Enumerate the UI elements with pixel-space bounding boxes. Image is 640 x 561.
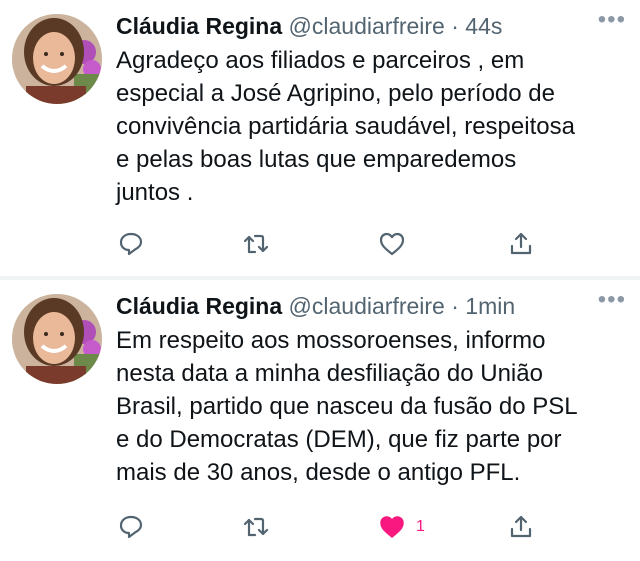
dot-separator: ·	[451, 13, 459, 39]
action-bar	[116, 226, 620, 262]
timestamp[interactable]: 44s	[465, 13, 502, 39]
more-options-icon[interactable]: •••	[598, 6, 626, 34]
author-handle[interactable]: @claudiarfreire	[289, 293, 445, 319]
like-icon-filled	[380, 516, 404, 538]
like-icon	[379, 232, 405, 256]
author-name[interactable]: Cláudia Regina	[116, 13, 282, 39]
share-icon	[510, 232, 532, 255]
dot-separator: ·	[451, 293, 459, 319]
retweet-button[interactable]	[242, 226, 270, 262]
tweet-header: Cláudia Regina @claudiarfreire · 44s	[116, 6, 628, 46]
like-button[interactable]: 1	[378, 509, 425, 545]
tweet[interactable]: Cláudia Regina @claudiarfreire · 44s •••…	[0, 0, 640, 276]
share-button[interactable]	[508, 509, 534, 545]
reply-icon	[119, 232, 143, 256]
avatar[interactable]	[12, 14, 102, 104]
author-name[interactable]: Cláudia Regina	[116, 293, 282, 319]
share-icon	[510, 515, 532, 538]
reply-button[interactable]	[118, 226, 144, 262]
tweet-text: Agradeço aos filiados e parceiros , em e…	[116, 47, 575, 206]
timestamp[interactable]: 1min	[465, 293, 515, 319]
share-button[interactable]	[508, 226, 534, 262]
avatar[interactable]	[12, 294, 102, 384]
timeline: Cláudia Regina @claudiarfreire · 44s •••…	[0, 0, 640, 561]
more-options-icon[interactable]: •••	[598, 286, 626, 314]
action-bar: 1	[116, 509, 620, 545]
reply-button[interactable]	[118, 509, 144, 545]
reply-icon	[119, 515, 143, 539]
retweet-button[interactable]	[242, 509, 270, 545]
author-handle[interactable]: @claudiarfreire	[289, 13, 445, 39]
like-count: 1	[416, 518, 425, 535]
tweet-header: Cláudia Regina @claudiarfreire · 1min	[116, 286, 628, 326]
tweet[interactable]: Cláudia Regina @claudiarfreire · 1min ••…	[0, 280, 640, 561]
tweet-text: Em respeito aos mossoroenses, informo ne…	[116, 327, 578, 486]
retweet-icon	[243, 517, 269, 537]
retweet-icon	[243, 234, 269, 254]
like-button[interactable]	[378, 226, 416, 262]
